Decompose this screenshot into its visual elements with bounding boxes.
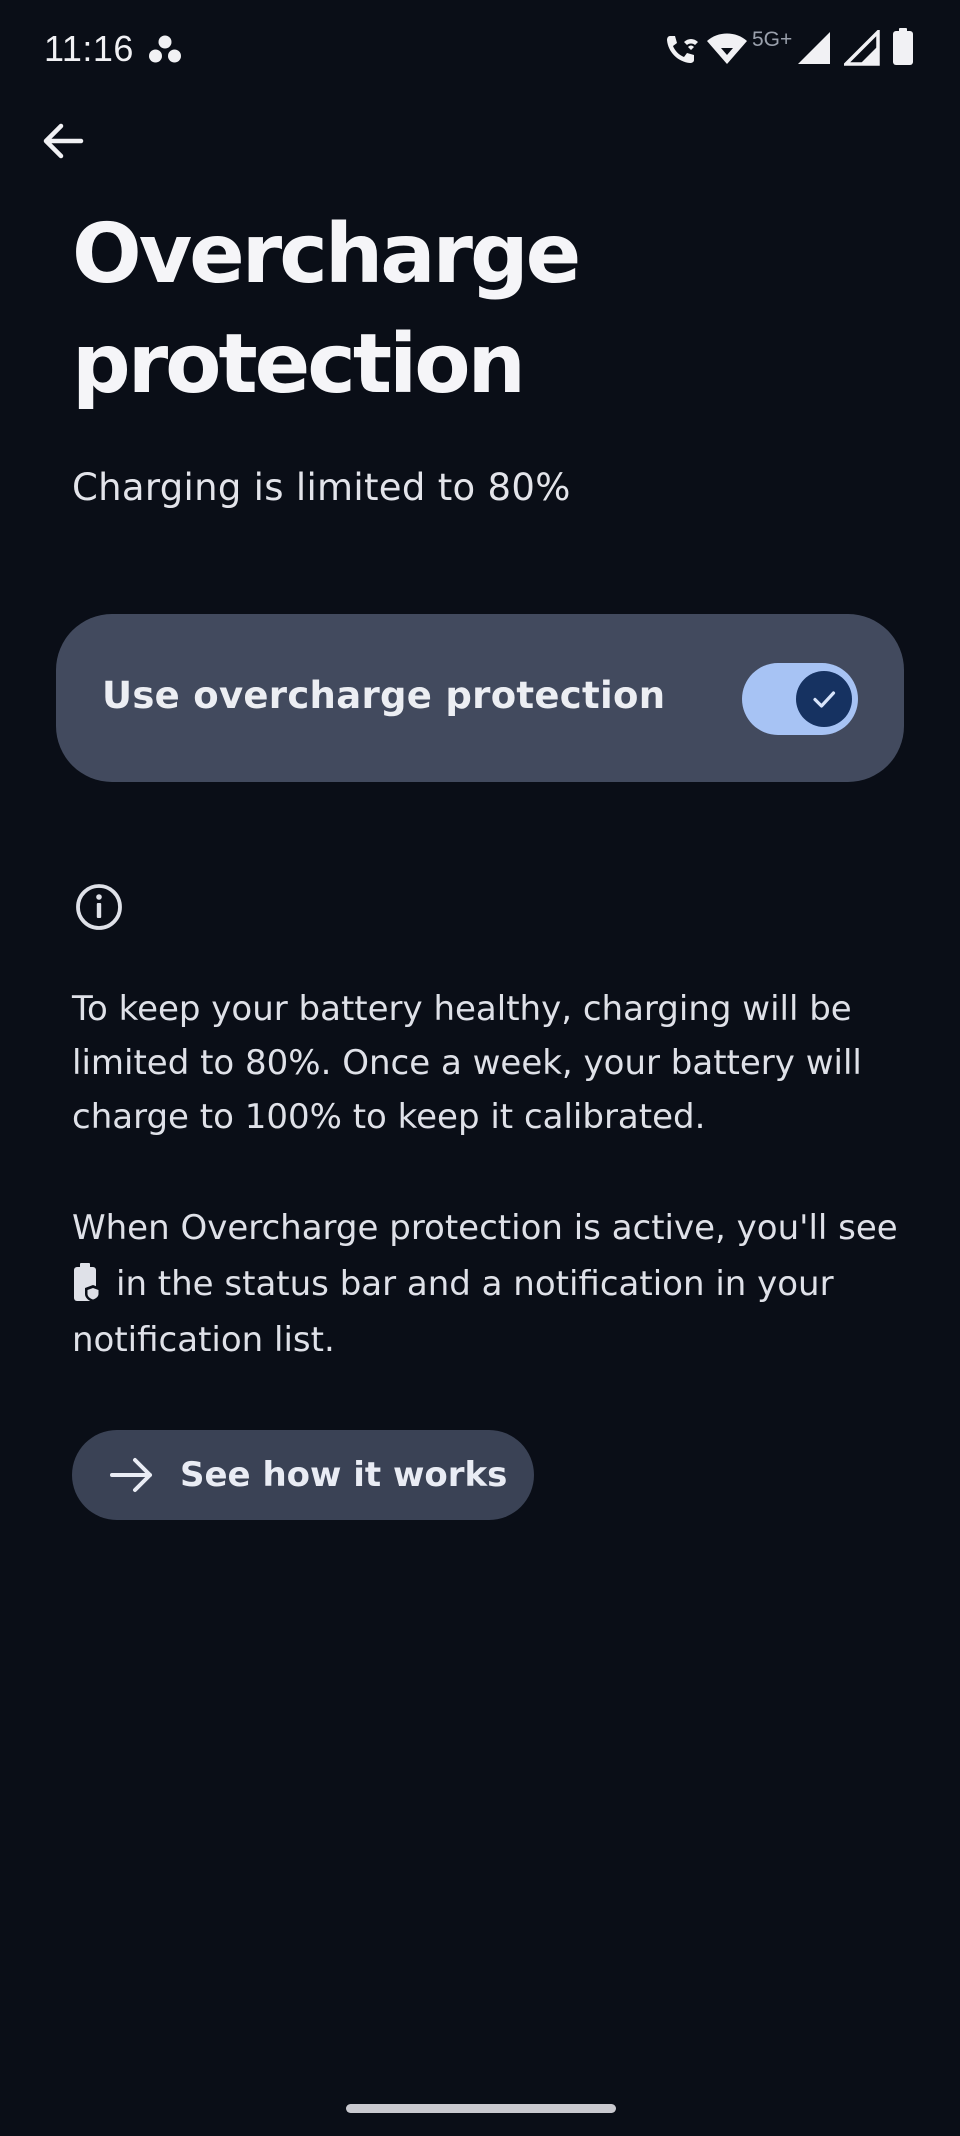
info-paragraph-2: When Overcharge protection is active, yo… bbox=[72, 1200, 912, 1368]
info-paragraph-1: To keep your battery healthy, charging w… bbox=[72, 989, 862, 1137]
wifi-calling-icon bbox=[667, 36, 698, 63]
check-icon bbox=[813, 691, 836, 708]
overcharge-protection-switch[interactable] bbox=[742, 663, 858, 735]
info-paragraph-2-end: in the status bar and a notification in … bbox=[72, 1264, 834, 1360]
page-subtitle: Charging is limited to 80% bbox=[72, 466, 571, 509]
network-type-label: 5G+ bbox=[752, 28, 793, 51]
switch-thumb bbox=[796, 671, 852, 727]
wifi-icon bbox=[707, 33, 747, 64]
app-notification-icon bbox=[149, 35, 181, 63]
signal-icon bbox=[798, 32, 830, 64]
status-time: 11:16 bbox=[44, 28, 134, 69]
battery-shield-icon bbox=[74, 1263, 101, 1302]
back-button[interactable] bbox=[30, 108, 96, 174]
battery-icon bbox=[893, 28, 913, 65]
status-bar: 11:16 5G+ bbox=[0, 0, 960, 96]
page-title: Overcharge protection bbox=[72, 207, 581, 412]
arrow-back-icon bbox=[43, 123, 84, 159]
see-how-it-works-button[interactable]: See how it works bbox=[72, 1430, 534, 1520]
signal-icon-2 bbox=[844, 30, 880, 66]
arrow-forward-icon bbox=[110, 1458, 152, 1492]
info-paragraph-2-start: When Overcharge protection is active, yo… bbox=[72, 1208, 898, 1248]
toggle-label: Use overcharge protection bbox=[102, 674, 666, 717]
info-icon bbox=[76, 884, 122, 930]
see-how-it-works-label: See how it works bbox=[180, 1455, 508, 1495]
overcharge-protection-toggle-row[interactable]: Use overcharge protection bbox=[56, 614, 904, 782]
gesture-navigation-bar[interactable] bbox=[346, 2104, 616, 2113]
